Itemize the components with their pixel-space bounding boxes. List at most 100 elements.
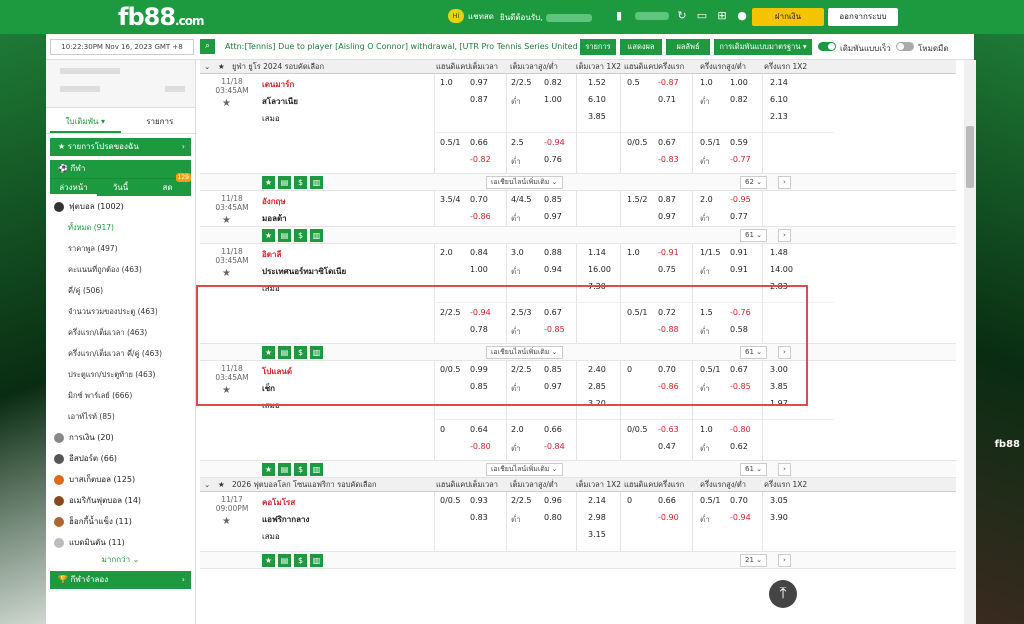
announcement-marquee[interactable]: Attn:[Tennis] Due to player [Aisling O C… <box>225 42 578 51</box>
odds-cell[interactable]: 0.82 <box>730 95 748 104</box>
odds-cell[interactable]: 0.85 <box>544 195 562 204</box>
sport-esports[interactable]: อีสปอร์ต (66) <box>46 448 195 469</box>
dollar-icon[interactable]: $ <box>294 554 307 567</box>
odds-cell[interactable]: -0.80 <box>730 425 751 434</box>
odds-cell[interactable]: 0.93 <box>470 496 488 505</box>
league-header-euro[interactable]: ⌄ ★ ยูฟ่า ยูโร 2024 รอบคัดเลือก แฮนดิแคปเต… <box>200 60 956 74</box>
tab-early[interactable]: ล่วงหน้า <box>50 179 97 196</box>
odds-cell[interactable]: 2.13 <box>770 112 788 121</box>
odds-cell[interactable]: 1.5 <box>700 308 713 317</box>
show-button[interactable]: แสดงผล <box>620 39 662 55</box>
more-asian-lines-button[interactable]: เอเชียนไลน์เพิ่มเติม ⌄ <box>486 346 563 359</box>
odds-cell[interactable]: 0.5/1 <box>440 138 461 147</box>
odds-cell[interactable]: 2/2.5 <box>511 365 532 374</box>
odds-cell[interactable]: 1.97 <box>770 399 788 408</box>
odds-cell[interactable]: -0.87 <box>658 78 679 87</box>
odds-cell[interactable]: 0.91 <box>730 248 748 257</box>
chart-icon[interactable]: ▥ <box>310 229 323 242</box>
odds-cell[interactable]: 2.14 <box>770 78 788 87</box>
sport-football[interactable]: ฟุตบอล (1002) <box>46 196 195 217</box>
sport-american-football[interactable]: อเมริกันฟุตบอล (14) <box>46 490 195 511</box>
odds-cell[interactable]: 2.0 <box>511 425 524 434</box>
odds-cell[interactable]: 6.10 <box>770 95 788 104</box>
user-icon[interactable]: ● <box>735 10 749 22</box>
sport-ice-hockey[interactable]: ฮ็อกกี้น้ำแข็ง (11) <box>46 511 195 532</box>
odds-cell[interactable]: 2/2.5 <box>511 78 532 87</box>
odds-cell[interactable]: 0.97 <box>544 212 562 221</box>
more-markets-count[interactable]: 61 ⌄ <box>740 229 767 242</box>
sport-basketball[interactable]: บาสเก็ตบอล (125) <box>46 469 195 490</box>
odds-cell[interactable]: 0.66 <box>470 138 488 147</box>
odds-cell[interactable]: 1/1.5 <box>700 248 721 257</box>
promo-icon[interactable]: ⊞ <box>715 10 729 22</box>
odds-cell[interactable]: 0.94 <box>544 265 562 274</box>
live-chat[interactable]: Hi แชทสด <box>448 9 494 23</box>
odds-cell[interactable]: 0.97 <box>544 382 562 391</box>
odds-cell[interactable]: 0.77 <box>730 212 748 221</box>
dark-mode-toggle[interactable] <box>896 42 914 51</box>
odds-cell[interactable]: -0.63 <box>658 425 679 434</box>
odds-cell[interactable]: 0.47 <box>658 442 676 451</box>
chart-icon[interactable]: ▥ <box>310 554 323 567</box>
odds-cell[interactable]: 7.30 <box>588 282 606 291</box>
star-icon[interactable]: ★ <box>262 554 275 567</box>
odds-cell[interactable]: 1.52 <box>588 78 606 87</box>
odds-cell[interactable]: 0.75 <box>658 265 676 274</box>
tab-today[interactable]: วันนี้ <box>97 179 144 196</box>
more-markets-count[interactable]: 62 ⌄ <box>740 176 767 189</box>
odds-cell[interactable]: 0 <box>627 496 632 505</box>
odds-cell[interactable]: 0/0.5 <box>440 496 461 505</box>
odds-cell[interactable]: 0.5/1 <box>627 308 648 317</box>
sports-header[interactable]: ⚽ กีฬา <box>50 160 191 178</box>
favorite-star-icon[interactable]: ★ <box>222 215 231 226</box>
odds-cell[interactable]: 0.88 <box>544 248 562 257</box>
odds-cell[interactable]: 0.70 <box>470 195 488 204</box>
odds-cell[interactable]: 2.14 <box>588 496 606 505</box>
odds-cell[interactable]: 1.0 <box>700 425 713 434</box>
more-asian-lines-button[interactable]: เอเชียนไลน์เพิ่มเติม ⌄ <box>486 463 563 476</box>
odds-cell[interactable]: 2.83 <box>770 282 788 291</box>
odds-cell[interactable]: 0.78 <box>470 325 488 334</box>
odds-cell[interactable]: 1.0 <box>627 248 640 257</box>
chart-icon[interactable]: ▥ <box>310 463 323 476</box>
odds-cell[interactable]: 0.72 <box>658 308 676 317</box>
odds-cell[interactable]: 0.97 <box>658 212 676 221</box>
odds-cell[interactable]: -0.86 <box>470 212 491 221</box>
odds-cell[interactable]: 0.59 <box>730 138 748 147</box>
odds-cell[interactable]: 6.10 <box>588 95 606 104</box>
odds-cell[interactable]: 0.67 <box>544 308 562 317</box>
odds-cell[interactable]: 0 <box>627 365 632 374</box>
odds-cell[interactable]: 2/2.5 <box>440 308 461 317</box>
stats-icon[interactable]: ▤ <box>278 463 291 476</box>
odds-cell[interactable]: 0.99 <box>470 365 488 374</box>
odds-cell[interactable]: 0.85 <box>544 365 562 374</box>
scrollbar-thumb[interactable] <box>966 126 974 188</box>
odds-cell[interactable]: 0.5/1 <box>700 138 721 147</box>
odds-cell[interactable]: 0.66 <box>544 425 562 434</box>
odds-cell[interactable]: 0.71 <box>658 95 676 104</box>
odds-cell[interactable]: 2.5 <box>511 138 524 147</box>
odds-cell[interactable]: 1.00 <box>544 95 562 104</box>
more-asian-lines-button[interactable]: เอเชียนไลน์เพิ่มเติม ⌄ <box>486 176 563 189</box>
odds-cell[interactable]: -0.84 <box>544 442 565 451</box>
sport-finance[interactable]: การเงิน (20) <box>46 427 195 448</box>
stats-icon[interactable]: ▤ <box>278 346 291 359</box>
favorite-star-icon[interactable]: ★ <box>222 98 231 109</box>
odds-cell[interactable]: 2/2.5 <box>511 496 532 505</box>
refresh-icon[interactable]: ↻ <box>675 10 689 22</box>
star-icon[interactable]: ★ <box>262 463 275 476</box>
odds-cell[interactable]: 0/0.5 <box>627 138 648 147</box>
search-icon[interactable]: ⌕ <box>200 39 215 54</box>
more-markets-count[interactable]: 61 ⌄ <box>740 346 767 359</box>
tab-live[interactable]: สด 129 <box>144 173 191 196</box>
odds-cell[interactable]: -0.77 <box>730 155 751 164</box>
sub-ht-ft-oe[interactable]: ครึ่งแรก/เต็มเวลา คี่/คู่ (463) <box>46 343 195 364</box>
odds-cell[interactable]: 0.85 <box>470 382 488 391</box>
sub-total-goals[interactable]: จำนวนรวมของประตู (463) <box>46 301 195 322</box>
bet-type-select[interactable]: การเดิมพันแบบมาตรฐาน ▾ <box>714 39 812 55</box>
odds-cell[interactable]: 0.80 <box>544 513 562 522</box>
odds-cell[interactable]: 3.15 <box>588 530 606 539</box>
odds-cell[interactable]: 0.96 <box>544 496 562 505</box>
odds-cell[interactable]: -0.95 <box>730 195 751 204</box>
odds-cell[interactable]: 3.85 <box>770 382 788 391</box>
